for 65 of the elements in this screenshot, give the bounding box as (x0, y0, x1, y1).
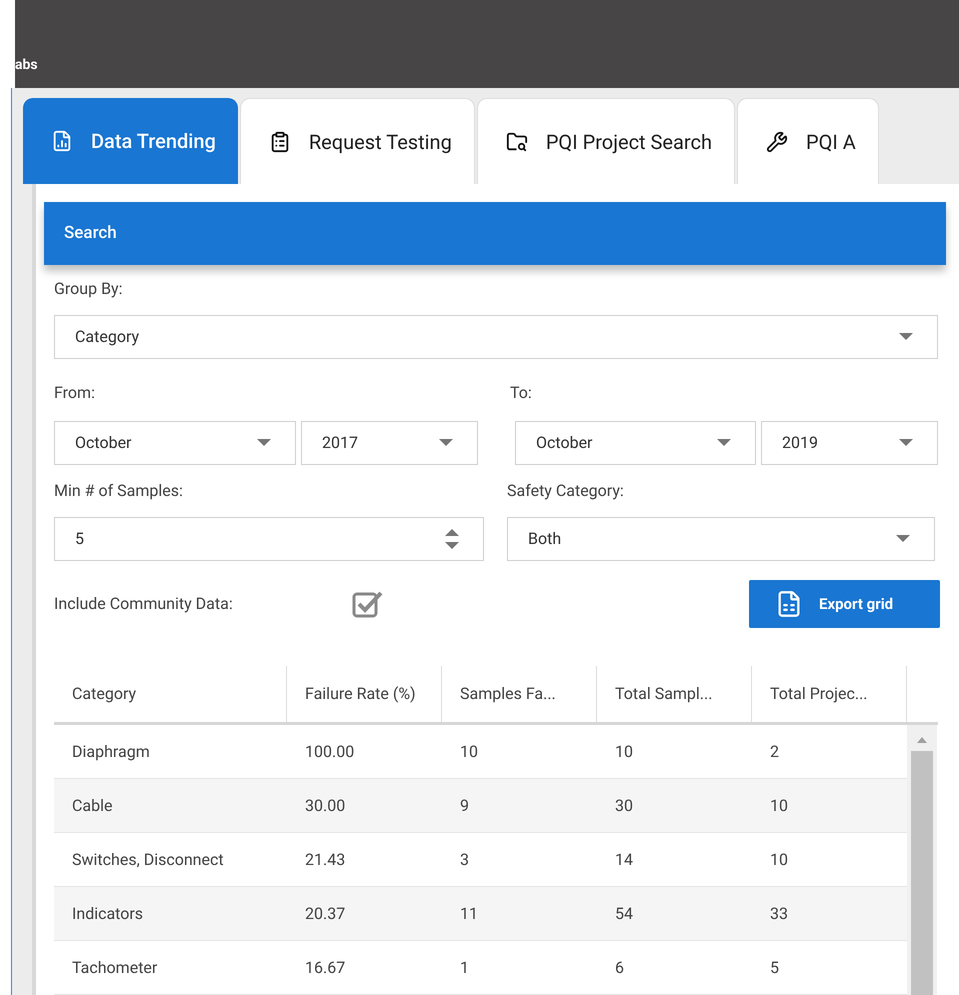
table-cell-text: 10 (769, 794, 789, 816)
table-cell-text: 30 (614, 794, 634, 816)
group-by-select[interactable]: Category (54, 315, 938, 359)
table-cell-text: 2 (769, 740, 780, 762)
table-cell-text: 20.37 (304, 902, 346, 924)
table-cell-text: Switches, Disconnect (71, 848, 225, 870)
dropdown-caret-icon (439, 439, 453, 447)
wrench-icon (766, 130, 788, 152)
column-header[interactable]: Category (54, 666, 287, 722)
table-cell-text: 10 (769, 848, 789, 870)
month-select[interactable]: October (54, 421, 296, 465)
field-label: Group By: (54, 279, 122, 298)
checkbox[interactable] (352, 590, 384, 618)
table-cell-text: Indicators (71, 902, 144, 924)
folder-search-icon (506, 130, 528, 152)
dropdown-caret-icon (257, 439, 271, 447)
table-cell-text: Tachometer (71, 956, 158, 978)
table-cell-text: Diaphragm (71, 740, 151, 762)
scrollbar[interactable] (907, 725, 937, 995)
dropdown-caret-icon (717, 439, 731, 447)
table-cell-text: 21.43 (304, 848, 346, 870)
year-select[interactable]: 2019 (761, 421, 938, 465)
table-cell-text: 5 (769, 956, 780, 978)
table-cell-text: 16.67 (304, 956, 346, 978)
column-header[interactable]: Total Sampl... (597, 666, 752, 722)
dropdown-caret-icon (896, 535, 910, 543)
field-label: Safety Category: (507, 480, 624, 502)
table-row[interactable]: Indicators 20.37 11 54 33 (54, 887, 907, 941)
tab[interactable]: PQI A (737, 98, 879, 184)
table-cell-text: 1 (459, 956, 470, 978)
export-grid-button[interactable]: Export grid (749, 580, 940, 628)
month-select[interactable]: October (515, 421, 756, 465)
scroll-up-icon[interactable] (917, 737, 927, 743)
field-label: Min # of Samples: (54, 481, 183, 500)
chart-document-icon (51, 130, 73, 152)
table-cell-text: 100.00 (304, 740, 356, 762)
brand-text: abs (15, 56, 38, 75)
field-label: To: (510, 382, 532, 404)
checkbox-label: Include Community Data: (54, 593, 234, 615)
column-header[interactable]: Failure Rate (%) (287, 666, 442, 722)
dropdown-caret-icon (899, 333, 913, 341)
spinner-arrows-icon (445, 528, 459, 550)
table-cell-text: 3 (459, 848, 470, 870)
table-cell-text: Cable (71, 794, 114, 816)
table-cell-text: 14 (614, 848, 634, 870)
table-cell-text: 10 (459, 740, 479, 762)
tab[interactable]: PQI Project Search (476, 98, 735, 184)
search-header: Search (44, 202, 946, 265)
column-header[interactable]: Total Projec... (752, 666, 907, 722)
table-cell-text: 6 (614, 956, 625, 978)
field-label: From: (54, 383, 95, 402)
table-cell-text: 9 (459, 794, 470, 816)
table-cell-text: 11 (459, 902, 479, 924)
tab[interactable]: Request Testing (240, 98, 475, 184)
dropdown-caret-icon (899, 439, 913, 447)
column-header[interactable]: Samples Fa... (442, 666, 597, 722)
table-cell-text: 54 (614, 902, 634, 924)
table-cell-text: 10 (614, 740, 634, 762)
year-select[interactable]: 2017 (301, 421, 478, 465)
safety-category-select[interactable]: Both (507, 517, 935, 561)
table-row[interactable]: Cable 30.00 9 30 10 (54, 779, 907, 833)
table-cell-text: 30.00 (304, 794, 346, 816)
number-spinner-field[interactable]: 5 (54, 517, 484, 561)
tab[interactable]: Data Trending (23, 98, 238, 184)
table-cell-text: 33 (769, 902, 789, 924)
